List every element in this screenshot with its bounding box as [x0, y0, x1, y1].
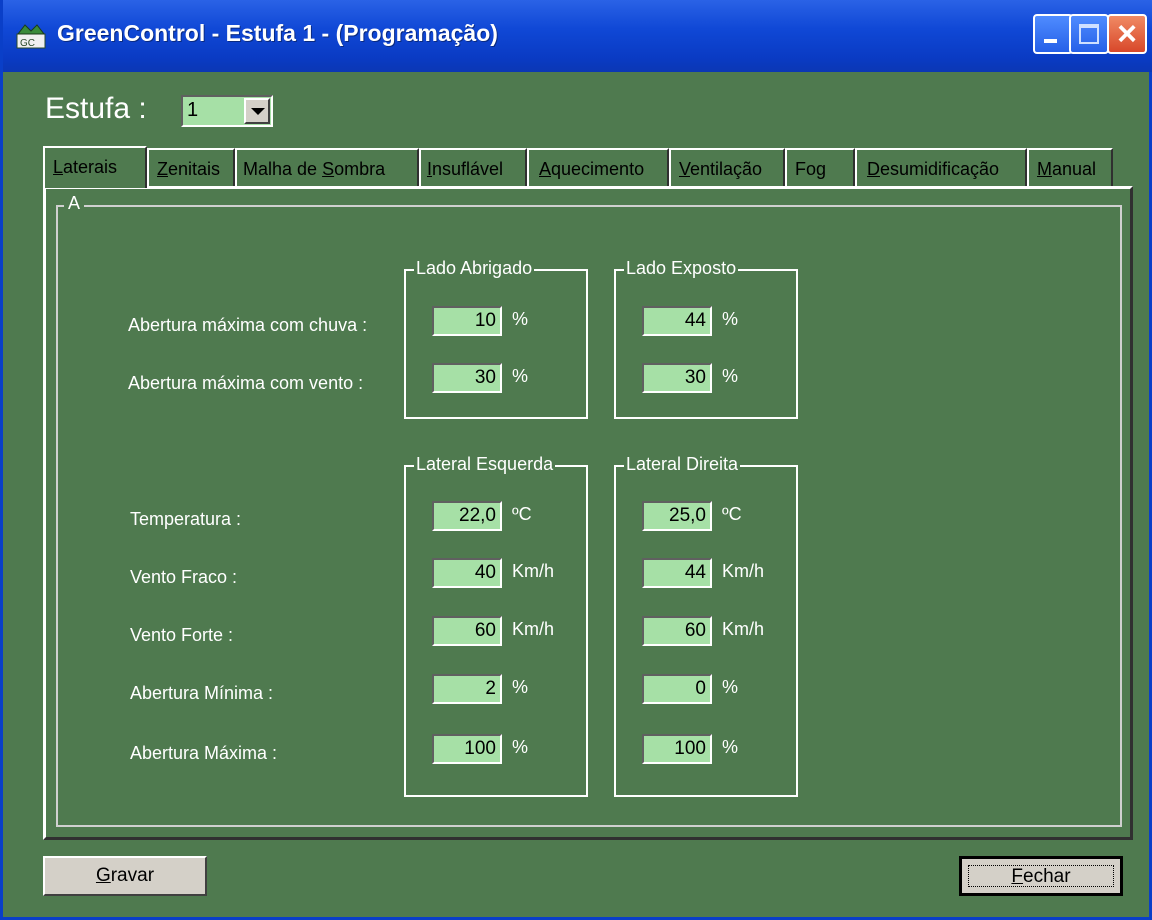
frame-a-caption: A — [64, 193, 85, 214]
group-title-lado-exposto: Lado Exposto — [624, 258, 739, 279]
field-temperatura-esquerda[interactable]: 22,0 — [432, 501, 502, 531]
field-vento-abrigado[interactable]: 30 — [432, 363, 502, 393]
field-abertura-maxima-esquerda[interactable]: 100 — [432, 734, 502, 764]
estufa-selected-value: 1 — [187, 99, 199, 121]
chevron-down-icon[interactable] — [244, 98, 270, 124]
group-title-lado-abrigado: Lado Abrigado — [414, 258, 535, 279]
field-vento-fraco-direita[interactable]: 44 — [642, 558, 712, 588]
unit-temperatura-esquerda: ºC — [512, 504, 532, 524]
minimize-button[interactable] — [1033, 14, 1073, 54]
unit-abertura-maxima-esquerda: % — [512, 737, 529, 757]
estufa-select[interactable]: 1 — [181, 95, 273, 127]
group-lado-exposto: Lado Exposto — [614, 258, 798, 419]
gravar-hotkey: G — [95, 865, 111, 886]
gravar-label: ravar — [110, 865, 155, 886]
label-temperatura: Temperatura : — [130, 509, 242, 529]
tab-zenitais[interactable]: Zenitais — [147, 148, 235, 186]
field-temperatura-direita[interactable]: 25,0 — [642, 501, 712, 531]
tab-fog[interactable]: Fog — [785, 148, 855, 186]
greenhouse-app-icon: GC — [16, 24, 46, 49]
unit-chuva-exposto: % — [722, 309, 739, 329]
tab-malha-de-sombra[interactable]: Malha de Sombra — [235, 148, 419, 186]
field-abertura-minima-esquerda[interactable]: 2 — [432, 674, 502, 704]
unit-vento-fraco-direita: Km/h — [722, 561, 765, 581]
minimize-icon — [1044, 39, 1057, 43]
unit-vento-exposto: % — [722, 366, 739, 386]
label-abertura-maxima: Abertura Máxima : — [130, 743, 278, 763]
tab-desumidificacao[interactable]: Desumidificação — [855, 148, 1027, 186]
tab-ventilacao[interactable]: Ventilação — [669, 148, 785, 186]
unit-vento-fraco-esquerda: Km/h — [512, 561, 555, 581]
main-window: GC GreenControl - Estufa 1 - (Programaçã… — [0, 0, 1152, 920]
field-chuva-exposto[interactable]: 44 — [642, 306, 712, 336]
unit-chuva-abrigado: % — [512, 309, 529, 329]
field-abertura-minima-direita[interactable]: 0 — [642, 674, 712, 704]
tab-aquecimento[interactable]: Aquecimento — [527, 148, 669, 186]
field-vento-fraco-esquerda[interactable]: 40 — [432, 558, 502, 588]
title-bar[interactable]: GC GreenControl - Estufa 1 - (Programaçã… — [3, 0, 1152, 72]
tab-manual[interactable]: Manual — [1027, 148, 1113, 186]
label-abertura-maxima-vento: Abertura máxima com vento : — [128, 373, 364, 393]
estufa-label: Estufa : — [45, 92, 147, 125]
tab-insuflavel[interactable]: Insuflável — [419, 148, 527, 186]
focus-rectangle — [968, 865, 1114, 887]
close-icon: × — [1117, 15, 1137, 53]
maximize-icon — [1079, 24, 1099, 44]
field-abertura-maxima-direita[interactable]: 100 — [642, 734, 712, 764]
group-title-lateral-direita: Lateral Direita — [624, 454, 741, 475]
tab-laterais[interactable]: Laterais — [43, 146, 147, 188]
label-vento-forte: Vento Forte : — [130, 625, 234, 645]
field-vento-exposto[interactable]: 30 — [642, 363, 712, 393]
group-lado-abrigado: Lado Abrigado — [404, 258, 588, 419]
field-chuva-abrigado[interactable]: 10 — [432, 306, 502, 336]
gravar-button[interactable]: Gravar — [43, 856, 207, 896]
unit-abertura-minima-esquerda: % — [512, 677, 529, 697]
unit-vento-abrigado: % — [512, 366, 529, 386]
tab-panel-laterais: A Lado Abrigado Lado Exposto Lateral Esq… — [43, 186, 1133, 840]
unit-abertura-maxima-direita: % — [722, 737, 739, 757]
fechar-button[interactable]: Fechar — [959, 856, 1123, 896]
close-button[interactable]: × — [1107, 14, 1147, 54]
unit-temperatura-direita: ºC — [722, 504, 742, 524]
unit-abertura-minima-direita: % — [722, 677, 739, 697]
unit-vento-forte-direita: Km/h — [722, 619, 765, 639]
label-abertura-minima: Abertura Mínima : — [130, 683, 274, 703]
group-title-lateral-esquerda: Lateral Esquerda — [414, 454, 556, 475]
svg-text:GC: GC — [20, 38, 35, 49]
unit-vento-forte-esquerda: Km/h — [512, 619, 555, 639]
label-vento-fraco: Vento Fraco : — [130, 567, 238, 587]
maximize-button[interactable] — [1069, 14, 1109, 54]
window-title: GreenControl - Estufa 1 - (Programação) — [57, 20, 498, 46]
field-vento-forte-direita[interactable]: 60 — [642, 616, 712, 646]
tab-strip: Laterais Zenitais Malha de Sombra Insufl… — [43, 146, 1133, 188]
label-abertura-maxima-chuva: Abertura máxima com chuva : — [128, 315, 368, 335]
field-vento-forte-esquerda[interactable]: 60 — [432, 616, 502, 646]
